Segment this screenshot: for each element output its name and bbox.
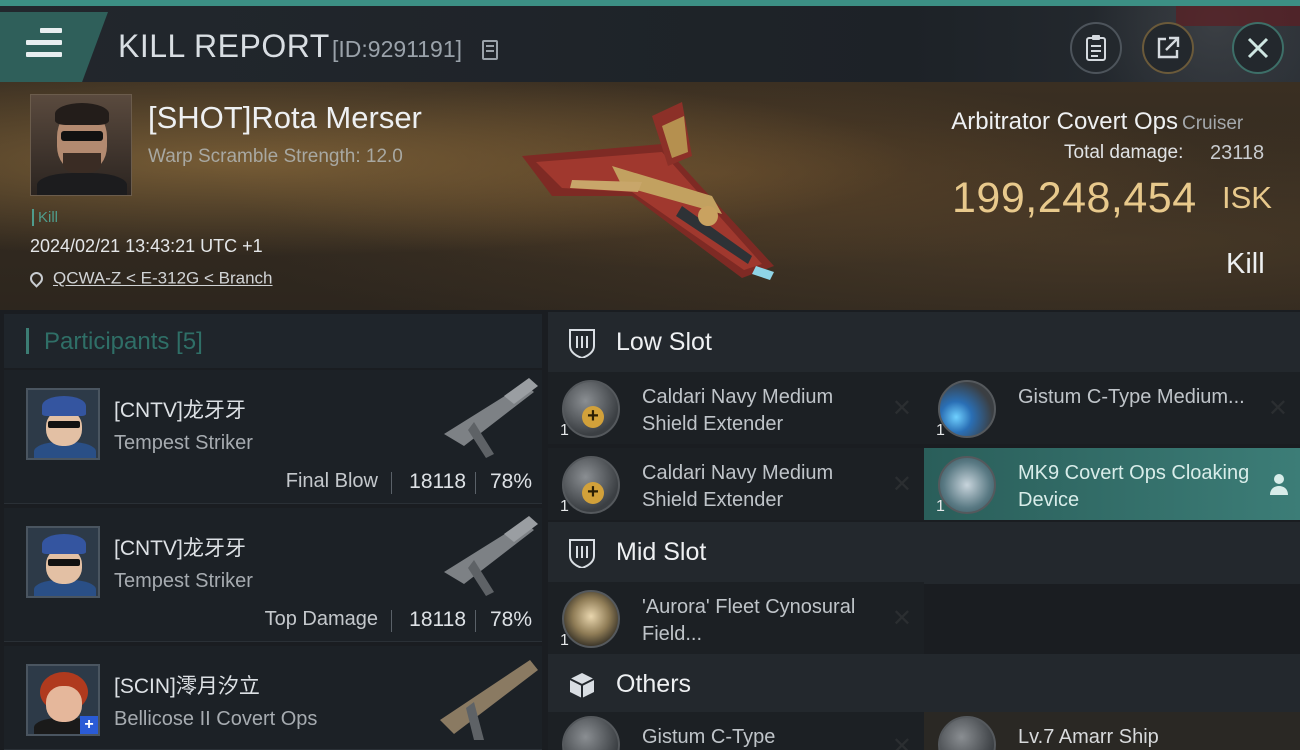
kill-datetime: 2024/02/21 13:43:21 UTC +1	[30, 236, 263, 256]
weapon-icon	[444, 378, 538, 458]
list-item[interactable]: + 1 Caldari Navy Medium Shield Extender …	[548, 372, 924, 444]
plus-icon: +	[80, 716, 98, 734]
report-icon	[1086, 35, 1106, 61]
header-bar: KILL REPORT [ID:9291191]	[0, 6, 1300, 88]
list-item[interactable]: + 1 Caldari Navy Medium Shield Extender …	[548, 448, 924, 520]
plus-badge-icon: +	[582, 482, 604, 504]
participant-row[interactable]: + [SCIN]澪月汐立 Bellicose II Covert Ops	[4, 646, 542, 750]
participant-percent: 78%	[489, 608, 532, 631]
victim-name[interactable]: [SHOT]Rota Merser	[148, 100, 422, 136]
item-name: Lv.7 Amarr Ship	[1018, 726, 1159, 748]
plus-badge-icon: +	[582, 406, 604, 428]
weapon-icon	[440, 660, 538, 740]
low-slot-label: Low Slot	[616, 328, 712, 356]
item-qty: 1	[560, 422, 569, 439]
victim-avatar[interactable]	[30, 94, 132, 196]
item-name: 'Aurora' Fleet Cynosural Field...	[642, 596, 856, 645]
remove-icon[interactable]: ✕	[892, 470, 912, 499]
avatar[interactable]	[26, 526, 100, 598]
participant-row[interactable]: [CNTV]龙牙牙 Tempest Striker Top Damage 181…	[4, 508, 542, 642]
avatar[interactable]: +	[26, 664, 100, 736]
header-decoration-red	[1176, 6, 1300, 26]
page-title: KILL REPORT	[118, 28, 330, 64]
menu-icon	[26, 28, 62, 60]
engine-module-icon	[938, 380, 996, 438]
report-button[interactable]	[1070, 22, 1122, 74]
ship-image	[522, 102, 774, 280]
participant-name: [CNTV]龙牙牙	[114, 399, 246, 422]
participant-name: [CNTV]龙牙牙	[114, 537, 246, 560]
box-icon	[569, 673, 595, 698]
participant-ship: Tempest Striker	[114, 570, 253, 592]
item-qty: 1	[936, 422, 945, 439]
participant-percent: 78%	[489, 470, 532, 493]
kill-location[interactable]: QCWA-Z < E-312G < Branch	[27, 268, 273, 289]
participants-title: Participants [5]	[44, 328, 203, 355]
low-slot-header: Low Slot	[548, 312, 1300, 374]
participant-name: [SCIN]澪月汐立	[114, 675, 260, 698]
victim-ship-name[interactable]: Arbitrator Covert Ops	[951, 108, 1178, 136]
shield-slot-icon	[569, 329, 595, 358]
item-name: Caldari Navy Medium Shield Extender	[642, 386, 834, 435]
others-header: Others	[548, 654, 1300, 716]
list-item[interactable]: Lv.7 Amarr Ship	[924, 712, 1300, 750]
shield-slot-icon	[569, 539, 595, 568]
location-link[interactable]: QCWA-Z < E-312G < Branch	[53, 269, 273, 288]
weapon-icon	[444, 516, 538, 596]
close-icon	[1247, 37, 1269, 59]
menu-button[interactable]	[0, 12, 108, 82]
item-name: Gistum C-Type Medium...	[1018, 386, 1245, 408]
item-name: Caldari Navy Medium Shield Extender	[642, 462, 834, 511]
participant-ship: Bellicose II Covert Ops	[114, 708, 318, 730]
participants-header: Participants [5]	[4, 314, 542, 368]
total-damage-label: Total damage:	[1064, 142, 1184, 163]
remove-icon[interactable]: ✕	[892, 604, 912, 633]
user-icon[interactable]	[1268, 472, 1290, 496]
kill-tag: Kill	[32, 209, 58, 226]
participant-row[interactable]: [CNTV]龙牙牙 Tempest Striker Final Blow 181…	[4, 370, 542, 504]
others-label: Others	[616, 670, 692, 698]
participant-damage: 18118	[409, 470, 466, 493]
pin-icon	[27, 269, 46, 288]
victim-ship-class: Cruiser	[1182, 113, 1244, 134]
participant-role: Top Damage	[264, 608, 378, 630]
list-item[interactable]: Gistum C-Type ✕	[548, 712, 924, 750]
item-qty: 1	[560, 498, 569, 515]
mid-slot-header: Mid Slot	[548, 522, 1300, 584]
close-button[interactable]	[1232, 22, 1284, 74]
share-button[interactable]	[1142, 22, 1194, 74]
isk-unit: ISK	[1222, 180, 1272, 215]
remove-icon[interactable]: ✕	[892, 732, 912, 750]
remove-icon[interactable]: ✕	[1268, 394, 1288, 423]
fist-icon	[562, 590, 620, 648]
victim-banner: [SHOT]Rota Merser Warp Scramble Strength…	[0, 82, 1300, 310]
copy-icon[interactable]	[482, 40, 498, 60]
list-item[interactable]: 1 'Aurora' Fleet Cynosural Field... ✕	[548, 582, 924, 654]
module-icon	[562, 716, 620, 750]
total-damage-value: 23118	[1210, 142, 1265, 164]
item-qty: 1	[936, 498, 945, 515]
ship-skin-icon	[938, 716, 996, 750]
participant-ship: Tempest Striker	[114, 432, 253, 454]
cloaking-device-icon	[938, 456, 996, 514]
participant-role: Final Blow	[285, 470, 378, 492]
remove-icon[interactable]: ✕	[892, 394, 912, 423]
warp-scramble-strength: Warp Scramble Strength: 12.0	[148, 146, 403, 167]
participant-damage: 18118	[409, 608, 466, 631]
list-item-selected[interactable]: 1 MK9 Covert Ops Cloaking Device	[924, 448, 1300, 520]
kill-status: Kill	[1226, 248, 1265, 280]
item-name: MK9 Covert Ops Cloaking Device	[1018, 462, 1250, 511]
list-item[interactable]: 1 Gistum C-Type Medium... ✕	[924, 372, 1300, 444]
share-icon	[1157, 36, 1180, 59]
mid-slot-label: Mid Slot	[616, 538, 707, 566]
item-qty: 1	[560, 632, 569, 649]
avatar[interactable]	[26, 388, 100, 460]
item-name: Gistum C-Type	[642, 726, 776, 748]
report-id: [ID:9291191]	[332, 36, 463, 62]
isk-value: 199,248,454	[952, 174, 1197, 222]
